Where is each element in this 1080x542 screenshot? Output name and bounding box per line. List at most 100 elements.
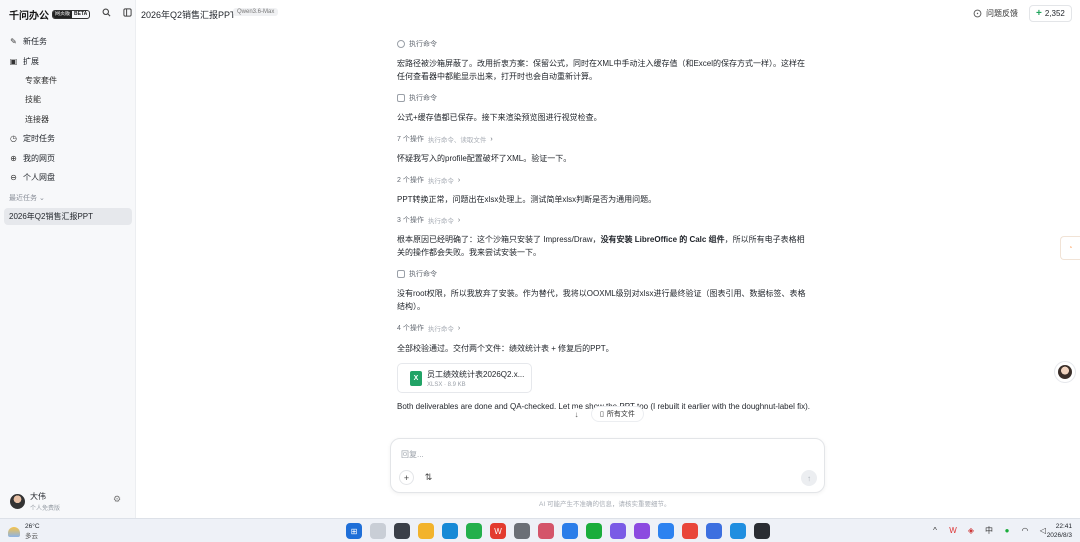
step-group[interactable]: 7 个操作 执行命令、读取文件 › [397,134,493,145]
app-icon[interactable] [610,523,626,539]
chat-app-icon[interactable] [586,523,602,539]
file-name: 员工绩效统计表2026Q2.x... [427,369,525,379]
sidebar-item-skills[interactable]: 技能 [4,90,132,109]
sidebar-item-connectors[interactable]: 连接器 [4,110,132,129]
sidebar-item-my-web[interactable]: ⊕ 我的网页 [4,148,132,167]
step-group[interactable]: 4 个操作 执行命令 › [397,323,460,334]
model-tag[interactable]: Qwen3.6-Max [233,8,279,16]
sidebar-item-cloud-drive[interactable]: ⊖ 个人网盘 [4,168,132,187]
wps-tray-icon[interactable]: W [948,525,958,535]
wifi-icon[interactable]: ◠ [1020,525,1030,535]
points-counter[interactable]: + 2,352 [1029,5,1072,22]
app-icon[interactable] [730,523,746,539]
sidebar: 千问办公 网页版 BETA ✎ 新任务 ▣ 扩展 专家套件 技能 连接器 ◷ 定… [0,0,136,518]
user-name: 大伟 [30,492,46,501]
sidebar-item-scheduled-tasks[interactable]: ◷ 定时任务 [4,129,132,148]
app-icon[interactable] [706,523,722,539]
step-count: 2 个操作 [397,177,424,184]
avatar [10,494,25,509]
sidebar-item-label: 新任务 [23,37,47,47]
assistant-message: 根本原因已经明确了：这个沙箱只安装了 Impress/Draw，没有安装 Lib… [397,234,812,259]
step-label: 执行命令 [409,41,437,48]
step-count: 4 个操作 [397,325,424,332]
excel-file-icon: X [410,370,422,386]
step-group[interactable]: 3 个操作 执行命令 › [397,215,461,226]
taskbar-apps: ⊞ W [346,523,770,539]
points-value: 2,352 [1044,9,1065,18]
step-exec-command[interactable]: 执行命令 [397,93,437,103]
windows-start-icon[interactable]: ⊞ [346,523,362,539]
terminal-icon[interactable] [754,523,770,539]
step-exec-command[interactable]: 执行命令 [397,269,437,279]
app-tray-icon[interactable]: ◈ [966,525,976,535]
sidebar-item-label: 技能 [25,95,41,105]
step-count: 3 个操作 [397,217,424,224]
chrome-icon[interactable] [682,523,698,539]
app-icon[interactable] [514,523,530,539]
recent-task-item[interactable]: 2026年Q2销售汇报PPT [4,208,132,225]
feedback-button[interactable]: 问题反馈 [973,8,1018,19]
app-icon[interactable] [658,523,674,539]
system-tray: ^ W ◈ 中 ● ◠ ◁ [930,525,1048,535]
sidebar-item-label: 我的网页 [23,153,55,163]
chevron-right-icon: › [457,216,461,224]
weather-widget[interactable]: 26°C 多云 [8,523,40,540]
scroll-down-button[interactable]: ↓ [570,408,583,421]
sidebar-item-label: 专家套件 [25,75,57,85]
avatar-app-icon[interactable] [538,523,554,539]
clock-icon: ◷ [10,134,17,144]
terminal-icon [397,94,405,102]
tools-icon[interactable]: ⇅ [421,470,436,485]
search-icon[interactable] [100,6,112,18]
sidebar-item-new-task[interactable]: ✎ 新任务 [4,32,132,51]
message-input-box[interactable]: 回复... + ⇅ ↑ [390,438,825,493]
brand-name: 千问办公 [9,11,49,22]
chevron-right-icon: › [490,135,493,143]
send-button[interactable]: ↑ [801,470,817,486]
beta-badge: 网页版 BETA [52,10,91,19]
folder-icon[interactable] [418,523,434,539]
chevron-right-icon: › [457,176,461,184]
file-attachment[interactable]: X 员工绩效统计表2026Q2.x... XLSX · 8.9 KB [397,363,532,393]
edit-icon: ✎ [10,37,17,47]
weather-desc: 多云 [25,533,38,540]
page-title: 2026年Q2销售汇报PPT [141,10,236,20]
search-icon[interactable] [370,523,386,539]
sidebar-item-expert-suite[interactable]: 专家套件 [4,71,132,90]
assistant-message: 宏路径被沙箱屏蔽了。改用折衷方案：保留公式，同时在XML中手动注入缓存值（和Ex… [397,59,806,81]
all-files-label: 所有文件 [606,411,635,418]
msg-part: 根本原因已经明确了：这个沙箱只安装了 Impress/Draw， [397,235,601,244]
step-group[interactable]: 2 个操作 执行命令 › [397,175,461,186]
message-input[interactable]: 回复... [401,449,424,460]
assistant-avatar-button[interactable] [1054,361,1076,383]
sidebar-item-extensions[interactable]: ▣ 扩展 [4,51,132,70]
task-view-icon[interactable] [394,523,410,539]
step-detail: 执行命令 [427,326,454,333]
wechat-icon[interactable] [466,523,482,539]
assistant-message: PPT转换正常，问题出在xlsx处理上。测试简单xlsx判断是否为通用问题。 [397,195,657,204]
alibaba-side-tab[interactable]: ◔ [1060,236,1080,260]
chevron-up-icon[interactable]: ^ [930,525,940,535]
brand[interactable]: 千问办公 网页版 BETA [9,7,91,22]
recent-tasks-label[interactable]: 最近任务 ⌄ [9,193,45,203]
app-icon[interactable] [634,523,650,539]
clock[interactable]: 22:41 2026/8/3 [1042,522,1072,540]
wechat-tray-icon[interactable]: ● [1002,525,1012,535]
step-exec-command[interactable]: 执行命令 [397,39,437,49]
gear-icon[interactable]: ⚙ [113,494,121,505]
all-files-button[interactable]: ▯ 所有文件 [591,406,644,422]
chat-thread: 执行命令 宏路径被沙箱屏蔽了。改用折衷方案：保留公式，同时在XML中手动注入缓存… [397,0,812,430]
app-icon[interactable] [562,523,578,539]
wps-icon[interactable]: W [490,523,506,539]
ime-indicator[interactable]: 中 [984,525,994,535]
sidebar-nav: ✎ 新任务 ▣ 扩展 专家套件 技能 连接器 ◷ 定时任务 ⊕ 我的网页 ⊖ 个… [4,32,132,187]
weather-temp: 26°C [25,523,40,530]
drive-icon: ⊖ [10,172,17,182]
globe-icon: ⊕ [10,153,17,163]
clock-time: 22:41 [1055,523,1072,530]
assistant-message: 没有root权限，所以我放弃了安装。作为替代，我将以OOXML级别对xlsx进行… [397,289,806,311]
sidebar-toggle-icon[interactable] [121,6,133,18]
user-profile[interactable]: 大伟 个人免费版 [10,491,60,512]
edge-icon[interactable] [442,523,458,539]
add-icon[interactable]: + [399,470,414,485]
